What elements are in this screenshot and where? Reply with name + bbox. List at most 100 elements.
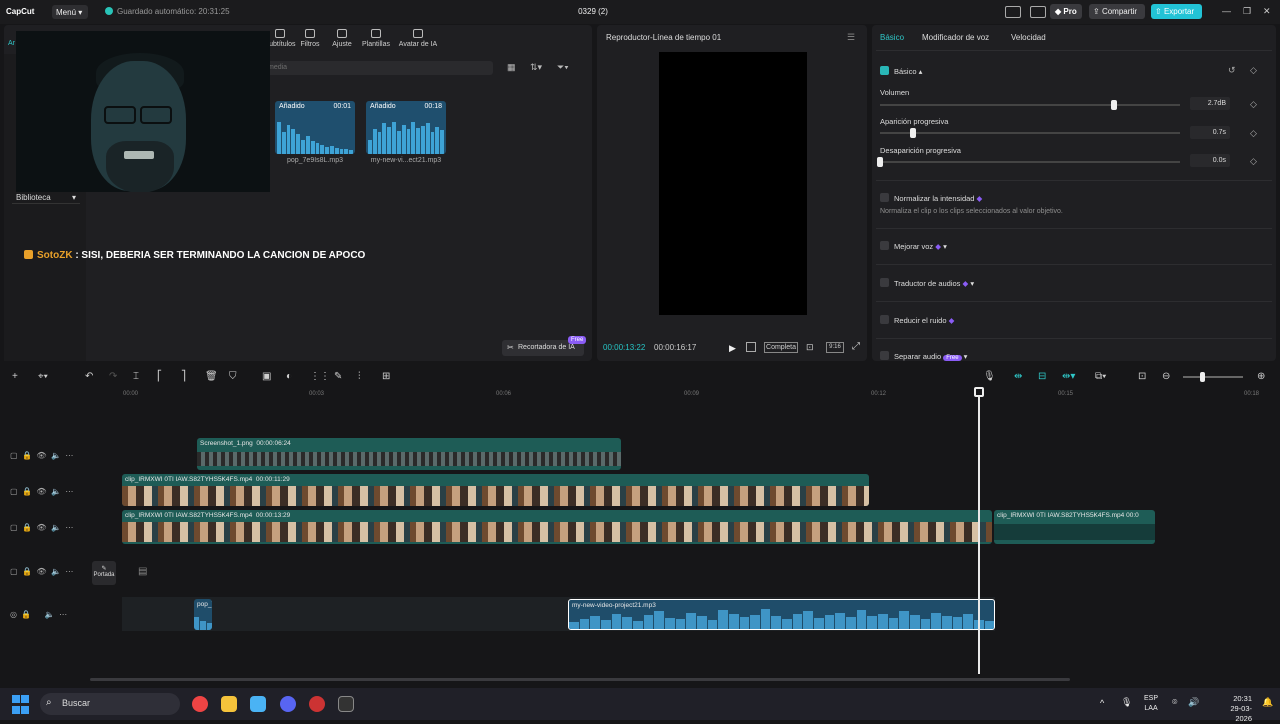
track-controls[interactable]: ▢ 🔒 👁 🔈 ⋯: [10, 487, 73, 496]
library-select[interactable]: Biblioteca ▾: [12, 191, 80, 204]
play-icon[interactable]: ▶: [729, 343, 736, 354]
video-clip[interactable]: clip_IRMXWI 0TI IAW.S82TYHS5K4FS.mp4 00:…: [122, 474, 869, 506]
basic-checkbox[interactable]: [880, 66, 889, 75]
tab-templates[interactable]: Plantillas: [356, 29, 396, 48]
media-item[interactable]: Añadido 00:01 pop_7e9Is8L.mp3: [275, 101, 355, 164]
fade-in-value[interactable]: 0.7s: [1190, 126, 1230, 139]
video-clip[interactable]: clip_IRMXWI 0TI IAW.S82TYHS5K4FS.mp4 00:…: [994, 510, 1155, 544]
mic-tray-icon[interactable]: 🎙: [1121, 697, 1132, 708]
tab-voice-changer[interactable]: Modificador de voz: [922, 33, 989, 42]
keyframe-icon[interactable]: ◇: [1250, 128, 1257, 139]
filter-icon[interactable]: ⏷▾: [557, 62, 569, 73]
reset-icon[interactable]: ↺: [1228, 65, 1236, 76]
pro-button[interactable]: ◆ Pro: [1050, 4, 1082, 19]
microphone-icon[interactable]: 🎙: [983, 371, 996, 382]
tab-speed[interactable]: Velocidad: [1011, 33, 1046, 42]
preview-axis-icon[interactable]: ⇹▾: [1062, 371, 1075, 382]
video-preview[interactable]: [659, 52, 807, 315]
minimize-icon[interactable]: —: [1222, 6, 1231, 16]
copilot-icon[interactable]: [250, 696, 266, 712]
trim-right-icon[interactable]: ⎤: [181, 371, 186, 382]
tab-basic[interactable]: Básico: [880, 33, 904, 42]
image-clip[interactable]: Screenshot_1.png 00:00:06:24: [197, 438, 621, 470]
zoom-slider[interactable]: [1183, 372, 1243, 382]
crop-icon[interactable]: [746, 342, 756, 352]
tab-media-partial[interactable]: Ar: [8, 40, 15, 47]
mask-icon[interactable]: ◐: [286, 371, 292, 382]
zoom-knob[interactable]: [1200, 372, 1205, 382]
track-controls[interactable]: ▢ 🔒 👁 🔈 ⋯: [10, 523, 73, 532]
keyframe-icon[interactable]: ◇: [1250, 65, 1257, 76]
fade-in-knob[interactable]: [910, 128, 916, 138]
audio-clip[interactable]: pop_7: [194, 599, 212, 630]
adjust-icon[interactable]: ⋮⋮: [310, 371, 330, 382]
timeline-scrollbar[interactable]: [90, 678, 1070, 681]
undo-icon[interactable]: ↶: [85, 371, 93, 382]
maximize-icon[interactable]: ❐: [1243, 6, 1251, 17]
export-button[interactable]: ⇧ Exportar: [1151, 4, 1202, 19]
discord-icon[interactable]: [280, 696, 296, 712]
media-item[interactable]: Añadido 00:18 my-new-vi...ect21.mp3: [366, 101, 446, 164]
zoom-out-icon[interactable]: ⊖: [1162, 371, 1170, 382]
subtitle-track-icon[interactable]: ⊡: [1138, 371, 1146, 382]
delete-icon[interactable]: 🗑: [205, 371, 218, 382]
explorer-icon[interactable]: [221, 696, 237, 712]
audio-split-icon[interactable]: ⫶: [358, 371, 361, 382]
auto-cut-icon[interactable]: ✎: [334, 371, 342, 382]
add-track-icon[interactable]: +: [12, 371, 18, 382]
quality-select[interactable]: Completa: [764, 342, 798, 353]
playhead-handle[interactable]: [974, 387, 984, 397]
volume-knob[interactable]: [1110, 100, 1117, 110]
chrome-icon[interactable]: [192, 696, 208, 712]
crop-tool-icon[interactable]: ⊞: [382, 371, 390, 382]
basic-section-header[interactable]: Básico ▴: [880, 66, 922, 76]
track-controls[interactable]: ▢ 🔒 👁 🔈 ⋯: [10, 451, 73, 460]
separate-audio-checkbox[interactable]: [880, 351, 889, 360]
tab-ai-avatar[interactable]: Avatar de IA: [397, 29, 439, 48]
shortcuts-icon[interactable]: [1030, 6, 1046, 18]
translate-audio-checkbox[interactable]: [880, 278, 889, 287]
video-clip[interactable]: clip_IRMXWI 0TI IAW.S82TYHS5K4FS.mp4 00:…: [122, 510, 992, 544]
reduce-noise-checkbox[interactable]: [880, 315, 889, 324]
link-icon[interactable]: ⊟: [1038, 371, 1046, 382]
capcut-icon[interactable]: [338, 696, 354, 712]
normalize-checkbox[interactable]: [880, 193, 889, 202]
trim-left-icon[interactable]: ⎡: [157, 371, 162, 382]
volume-icon[interactable]: 🔊: [1188, 697, 1199, 708]
tray-chevron-icon[interactable]: ^: [1100, 698, 1104, 708]
fade-out-value[interactable]: 0.0s: [1190, 154, 1230, 167]
player-menu-icon[interactable]: ☰: [847, 32, 855, 43]
wifi-icon[interactable]: ⌾: [1172, 697, 1177, 708]
fade-in-slider[interactable]: [880, 128, 1180, 138]
volume-value[interactable]: 2.7dB: [1190, 97, 1230, 110]
screenshot-icon[interactable]: ⊡: [806, 342, 814, 353]
display-icon[interactable]: ⧉▾: [1095, 371, 1106, 382]
keyframe-icon[interactable]: ◇: [1250, 156, 1257, 167]
close-icon[interactable]: ✕: [1263, 6, 1271, 17]
separate-audio-option[interactable]: Separar audio Free ▾: [880, 351, 967, 361]
normalize-option[interactable]: Normalizar la intensidad ◆: [880, 193, 982, 203]
fullscreen-icon[interactable]: ⤢: [852, 341, 860, 352]
shield-icon[interactable]: ⛉: [229, 371, 237, 382]
track-controls[interactable]: ▢ 🔒 👁 🔈 ⋯: [10, 567, 73, 576]
layout-icon[interactable]: [1005, 6, 1021, 18]
translate-audio-option[interactable]: Traductor de audios ◆ ▾: [880, 278, 974, 288]
aspect-ratio-button[interactable]: 9:16: [826, 342, 844, 353]
redo-icon[interactable]: ↷: [109, 371, 117, 382]
improve-voice-option[interactable]: Mejorar voz ◆ ▾: [880, 241, 947, 251]
volume-slider[interactable]: [880, 100, 1180, 110]
media-search-input[interactable]: media: [262, 61, 493, 75]
menu-button[interactable]: Menú ▾: [52, 5, 88, 19]
zoom-in-icon[interactable]: ⊕: [1257, 371, 1265, 382]
keyframe-icon[interactable]: ◇: [1250, 99, 1257, 110]
audio-clip-selected[interactable]: my-new-video-project21.mp3: [568, 599, 995, 630]
track-controls[interactable]: ◎ 🔒 🔈 ⋯: [10, 610, 67, 619]
improve-voice-checkbox[interactable]: [880, 241, 889, 250]
windows-start-icon[interactable]: [12, 695, 30, 714]
reduce-noise-option[interactable]: Reducir el ruido ◆: [880, 315, 954, 325]
split-icon[interactable]: ⌶: [133, 371, 139, 382]
playhead[interactable]: [978, 388, 980, 674]
taskbar-search[interactable]: Buscar: [40, 693, 180, 715]
notification-icon[interactable]: 🔔: [1262, 697, 1273, 708]
select-tool-icon[interactable]: ⌖▾: [38, 371, 48, 382]
